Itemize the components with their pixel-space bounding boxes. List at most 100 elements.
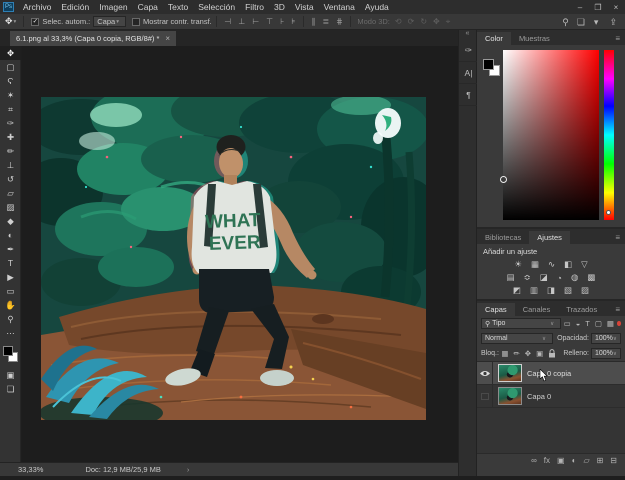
tab-close-icon[interactable]: × xyxy=(165,34,170,43)
panel-menu-icon[interactable]: ≡ xyxy=(610,233,625,244)
layer-style-fx-icon[interactable]: fx xyxy=(544,456,550,465)
app-logo-icon[interactable]: Ps xyxy=(3,2,14,12)
levels-icon[interactable]: ▦ xyxy=(531,259,539,270)
distribute-h-icon[interactable]: ∥ xyxy=(308,17,319,26)
layer-name[interactable]: Capa 0 xyxy=(527,392,551,401)
exposure-icon[interactable]: ◧ xyxy=(564,259,572,270)
new-group-icon[interactable]: ▱ xyxy=(583,456,589,465)
visibility-eye-icon[interactable] xyxy=(477,362,493,385)
tool-pen[interactable]: ✒ xyxy=(0,242,21,256)
tool-eraser[interactable]: ▱ xyxy=(0,186,21,200)
tool-clone-stamp[interactable]: ⊥ xyxy=(0,158,21,172)
tool-hand[interactable]: ✋ xyxy=(0,298,21,312)
filter-smart-objects-icon[interactable]: ▦ xyxy=(604,319,616,328)
tool-edit-toolbar[interactable]: ⋯ xyxy=(0,326,21,340)
photo-canvas[interactable]: WHAT EVER xyxy=(41,97,426,420)
show-transform-checkbox[interactable] xyxy=(132,18,140,26)
tool-type[interactable]: T xyxy=(0,256,21,270)
close-button[interactable]: × xyxy=(607,3,625,12)
filter-shape-layers-icon[interactable]: ▢ xyxy=(592,319,604,328)
layer-row-capa-0-copia[interactable]: Capa 0 copia xyxy=(477,362,625,385)
lock-artboard-icon[interactable]: ▣ xyxy=(534,349,546,358)
delete-layer-icon[interactable]: ⊟ xyxy=(610,456,617,465)
hue-saturation-icon[interactable]: ▤ xyxy=(507,272,515,283)
tool-shape[interactable]: ▭ xyxy=(0,284,21,298)
filter-pixel-layers-icon[interactable]: ▭ xyxy=(561,319,573,328)
curves-icon[interactable]: ∿ xyxy=(548,259,555,270)
tab-capas[interactable]: Capas xyxy=(477,303,515,316)
share-icon[interactable]: ⇪ xyxy=(605,17,621,28)
tab-color[interactable]: Color xyxy=(477,32,511,45)
lock-all-icon[interactable] xyxy=(548,349,556,358)
channel-mixer-icon[interactable]: ◍ xyxy=(571,272,578,283)
document-tab[interactable]: 6.1.png al 33,3% (Capa 0 copia, RGB/8#) … xyxy=(10,31,176,46)
foreground-color-swatch[interactable] xyxy=(483,59,494,70)
auto-select-checkbox[interactable]: ✓ xyxy=(31,18,39,26)
menu-ventana[interactable]: Ventana xyxy=(319,2,360,12)
align-hcenter-icon[interactable]: ⊥ xyxy=(235,17,249,26)
panel-menu-icon[interactable]: ≡ xyxy=(610,34,625,45)
tool-zoom[interactable]: ⚲ xyxy=(0,312,21,326)
distribute-v-icon[interactable]: ≣ xyxy=(319,17,333,26)
align-vcenter-icon[interactable]: ⊦ xyxy=(277,17,288,26)
tab-muestras[interactable]: Muestras xyxy=(511,32,558,45)
filter-type-layers-icon[interactable]: T xyxy=(583,319,593,328)
photo-filter-icon[interactable]: ◔ xyxy=(557,273,562,283)
chevron-down-icon[interactable]: ▾ xyxy=(590,17,603,28)
tool-dodge[interactable]: ◐ xyxy=(0,228,21,242)
tool-gradient[interactable]: ▨ xyxy=(0,200,21,214)
tool-history-brush[interactable]: ↺ xyxy=(0,172,21,186)
invert-icon[interactable]: ◩ xyxy=(513,285,521,296)
tool-screen-mode[interactable]: ❏ xyxy=(0,382,21,396)
distribute-s-icon[interactable]: ⋕ xyxy=(333,17,347,26)
collapse-dock-icon[interactable]: « xyxy=(459,30,476,40)
tool-move[interactable]: ✥ xyxy=(0,46,21,60)
minimize-button[interactable]: – xyxy=(571,3,589,12)
layer-filtering-toggle[interactable] xyxy=(617,321,622,326)
tab-canales[interactable]: Canales xyxy=(515,303,559,316)
menu-imagen[interactable]: Imagen xyxy=(94,2,132,12)
menu-seleccion[interactable]: Selección xyxy=(193,2,240,12)
menu-archivo[interactable]: Archivo xyxy=(18,2,56,12)
layer-filter-dropdown[interactable]: ⚲ Tipo ∨ xyxy=(481,318,561,329)
tab-ajustes[interactable]: Ajustes xyxy=(529,231,570,244)
tool-quick-mask[interactable]: ▣ xyxy=(0,368,21,382)
vibrance-icon[interactable]: ▽ xyxy=(581,259,588,270)
menu-capa[interactable]: Capa xyxy=(133,2,163,12)
new-layer-icon[interactable]: ⊞ xyxy=(597,456,604,465)
color-picker-handle[interactable] xyxy=(500,176,507,183)
zoom-level-field[interactable]: 33,33% xyxy=(18,465,43,474)
tool-brush[interactable]: ✏ xyxy=(0,144,21,158)
visibility-eye-off[interactable] xyxy=(477,385,493,408)
tool-quick-selection[interactable]: ✶ xyxy=(0,88,21,102)
tool-healing-brush[interactable]: ✚ xyxy=(0,130,21,144)
character-panel-icon[interactable]: A| xyxy=(459,62,478,84)
lock-position-icon[interactable]: ✥ xyxy=(522,349,533,358)
menu-edicion[interactable]: Edición xyxy=(56,2,94,12)
layer-thumbnail[interactable] xyxy=(498,387,522,405)
add-layer-mask-icon[interactable]: ▣ xyxy=(557,456,565,465)
black-white-icon[interactable]: ◪ xyxy=(540,272,548,283)
tab-trazados[interactable]: Trazados xyxy=(558,303,605,316)
brightness-contrast-icon[interactable]: ☀ xyxy=(514,259,522,270)
threshold-icon[interactable]: ◨ xyxy=(547,285,555,296)
layer-name[interactable]: Capa 0 copia xyxy=(527,369,571,378)
color-lookup-icon[interactable]: ▩ xyxy=(587,272,595,283)
brushes-panel-icon[interactable]: ✑ xyxy=(459,40,478,62)
tool-path-selection[interactable]: ▶ xyxy=(0,270,21,284)
lock-pixels-icon[interactable]: ✏ xyxy=(511,349,522,358)
selective-color-icon[interactable]: ▨ xyxy=(581,285,589,296)
paragraph-panel-icon[interactable]: ¶ xyxy=(459,84,478,106)
link-layers-icon[interactable]: ∞ xyxy=(531,456,537,465)
layer-row-capa-0[interactable]: Capa 0 xyxy=(477,385,625,408)
tool-lasso[interactable]: Ϛ xyxy=(0,74,21,88)
hue-slider-handle[interactable] xyxy=(606,210,611,215)
color-balance-icon[interactable]: ≎ xyxy=(524,272,531,283)
workspace-icon[interactable]: ❏ xyxy=(573,17,589,28)
menu-texto[interactable]: Texto xyxy=(163,2,193,12)
filter-adjustment-layers-icon[interactable]: ◒ xyxy=(573,319,583,328)
tool-blur[interactable]: ◆ xyxy=(0,214,21,228)
align-left-icon[interactable]: ⊣ xyxy=(221,17,235,26)
gradient-map-icon[interactable]: ▧ xyxy=(564,285,572,296)
align-bottom-icon[interactable]: ⊧ xyxy=(288,17,299,26)
